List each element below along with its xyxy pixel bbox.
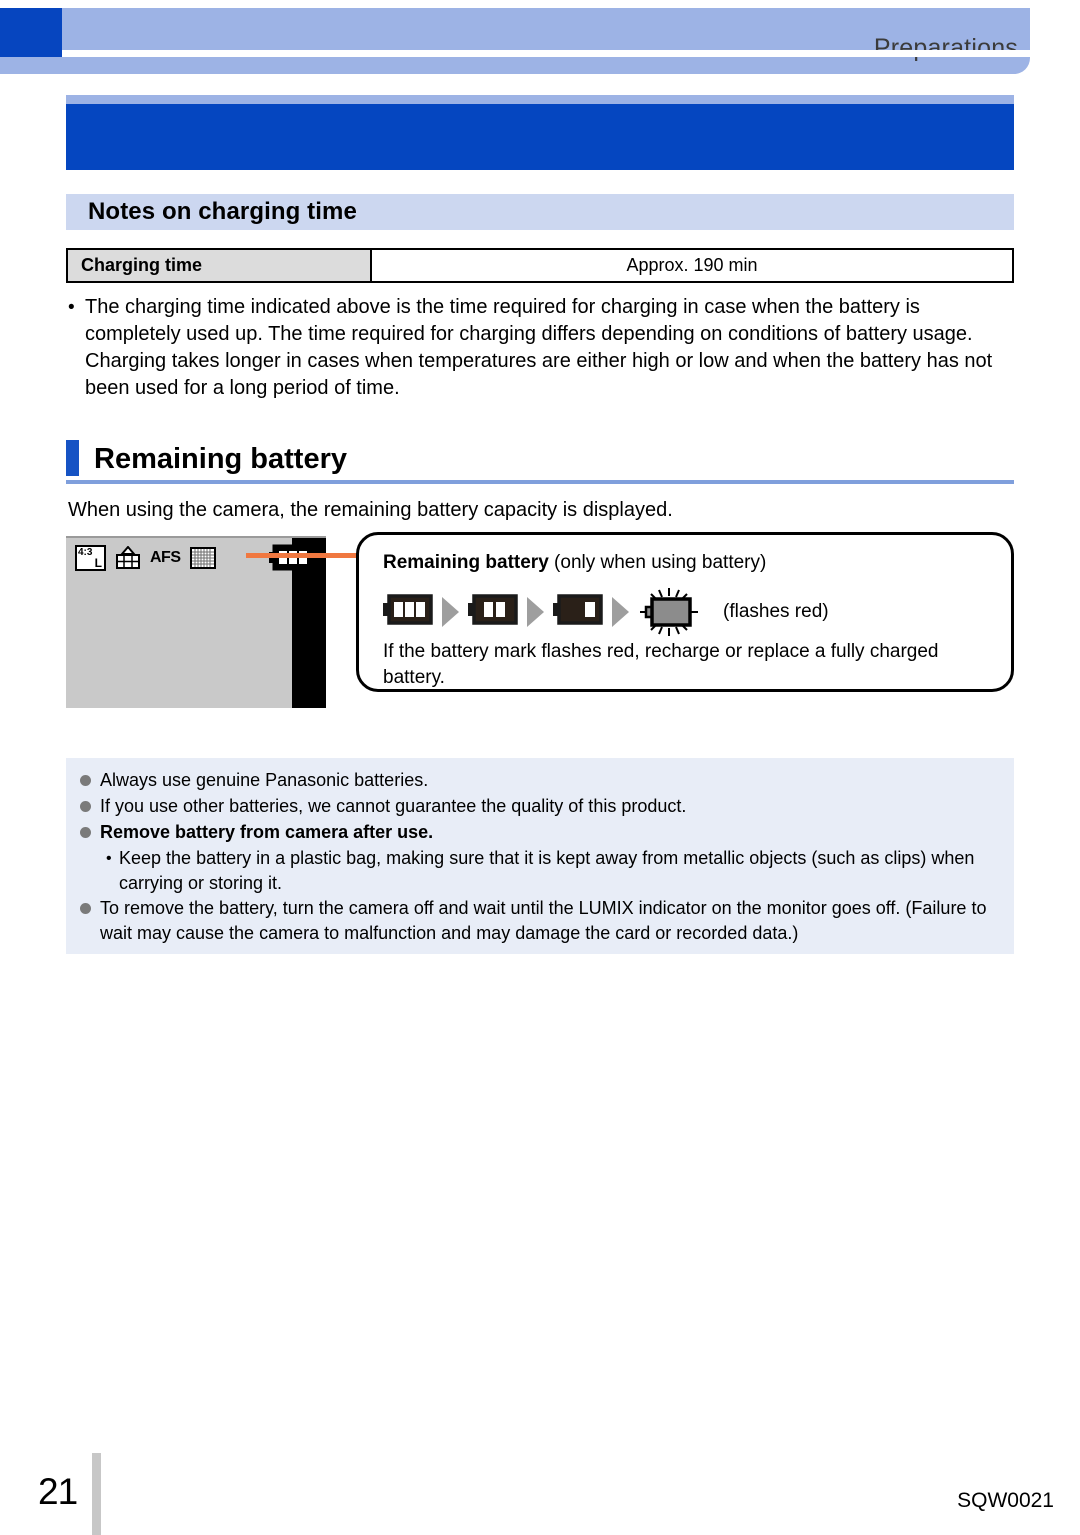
note-item: Always use genuine Panasonic batteries.	[80, 768, 998, 793]
callout-connector-line	[246, 553, 358, 558]
chapter-bar-strip	[66, 95, 1014, 104]
note-text: Remove battery from camera after use.	[100, 822, 434, 842]
camera-monitor-illustration: 4:3 L AFS	[66, 536, 326, 708]
sequence-arrow-icon	[527, 597, 544, 627]
battery-full-icon	[268, 544, 313, 576]
note-item: If you use other batteries, we cannot gu…	[80, 794, 998, 819]
battery-empty-flashing-icon	[638, 588, 700, 636]
note-text: To remove the battery, turn the camera o…	[100, 898, 987, 943]
battery-notes-panel: Always use genuine Panasonic batteries. …	[66, 758, 1014, 954]
picture-quality-fine-icon	[115, 545, 141, 570]
page-number-rule	[92, 1453, 101, 1535]
note-text: Always use genuine Panasonic batteries.	[100, 770, 429, 790]
charging-time-table: Charging time Approx. 190 min	[66, 248, 1014, 283]
table-header-cell: Charging time	[68, 250, 372, 281]
note-sub-bullet-marker: •	[106, 850, 112, 867]
header-chapter-title: Preparations	[873, 34, 1018, 62]
running-header: Preparations	[0, 0, 1080, 80]
note-item: To remove the battery, turn the camera o…	[80, 896, 998, 946]
callout-title: Remaining battery (only when using batte…	[383, 552, 766, 574]
flashes-red-label: (flashes red)	[723, 601, 829, 622]
focus-mode-afs-icon: AFS	[150, 549, 181, 566]
note-bullet-icon	[80, 896, 100, 946]
note-item: Remove battery from camera after use.	[80, 820, 998, 845]
battery-1-bar-icon	[552, 594, 603, 630]
sequence-arrow-icon	[612, 597, 629, 627]
note-bullet-icon	[80, 820, 100, 845]
remaining-battery-callout: Remaining battery (only when using batte…	[356, 532, 1014, 692]
subheading-banner: Notes on charging time	[66, 194, 1014, 230]
battery-2-bars-icon	[467, 594, 518, 630]
section-underline	[66, 480, 1014, 484]
picture-size-value: L	[94, 556, 102, 570]
subheading-text: Notes on charging time	[88, 198, 357, 225]
document-code: SQW0021	[957, 1489, 1054, 1512]
note-bullet-icon	[80, 794, 100, 819]
sequence-arrow-icon	[442, 597, 459, 627]
chapter-tab-icon	[0, 8, 62, 62]
note-sub-text: Keep the battery in a plastic bag, makin…	[119, 848, 975, 893]
charging-time-note: • The charging time indicated above is t…	[68, 294, 1014, 402]
chapter-bar	[66, 104, 1014, 170]
section-heading: Remaining battery	[66, 440, 1014, 484]
page-number: 21	[38, 1471, 78, 1512]
callout-title-bold: Remaining battery	[383, 552, 549, 573]
battery-3-bars-icon	[382, 594, 433, 630]
aspect-ratio-icon: 4:3 L	[75, 545, 106, 571]
callout-body-text: If the battery mark flashes red, recharg…	[383, 641, 939, 688]
bullet-marker: •	[68, 297, 75, 318]
aspect-ratio-value: 4:3	[78, 547, 93, 558]
battery-state-sequence: (flashes red)	[382, 588, 829, 636]
grid-display-icon	[189, 547, 216, 569]
monitor-icon-row: 4:3 L AFS	[75, 545, 216, 571]
note-text: If you use other batteries, we cannot gu…	[100, 796, 687, 816]
note-bullet-icon	[80, 768, 100, 793]
section-title-text: Remaining battery	[94, 443, 347, 475]
header-rule	[62, 50, 1030, 57]
callout-title-rest: (only when using battery)	[548, 552, 767, 573]
note-sub-item: • Keep the battery in a plastic bag, mak…	[80, 846, 998, 896]
table-value-cell: Approx. 190 min	[626, 255, 758, 275]
charging-note-text: The charging time indicated above is the…	[85, 296, 993, 399]
section-accent-bar	[66, 440, 79, 476]
section-lead-text: When using the camera, the remaining bat…	[68, 499, 673, 521]
